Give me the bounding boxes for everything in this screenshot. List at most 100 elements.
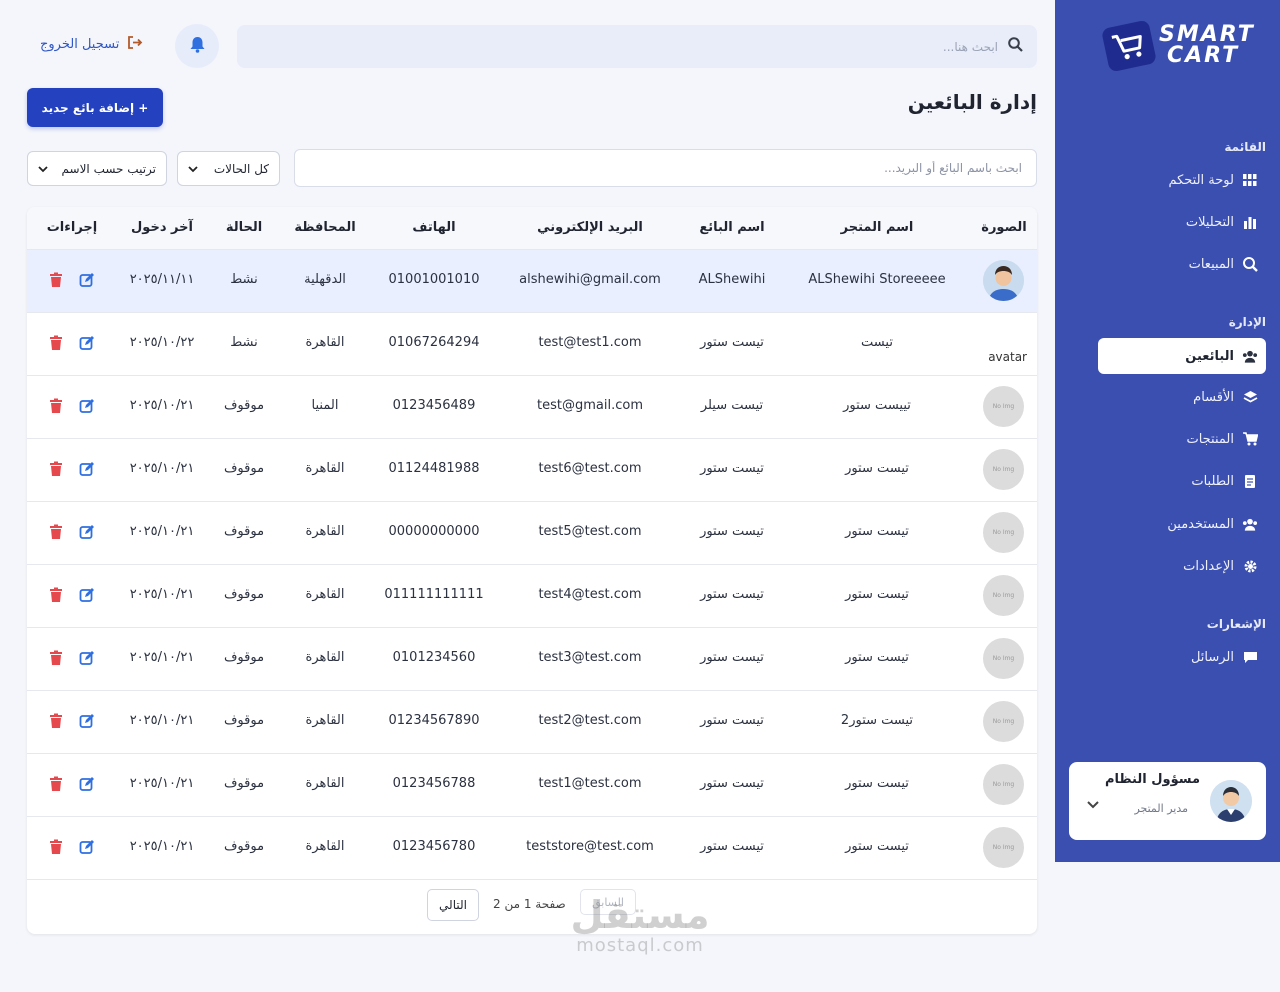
edit-icon[interactable] — [79, 398, 95, 414]
cell-email: teststore@test.com — [526, 839, 654, 854]
cell-store: ALShewihi Storeeeee — [808, 272, 946, 287]
cell-status: موقوف — [223, 461, 265, 476]
cart-icon — [1242, 431, 1258, 447]
sidebar-item-label: الطلبات — [1191, 473, 1234, 489]
logout-label: تسجيل الخروج — [40, 37, 120, 52]
edit-icon[interactable] — [79, 272, 95, 288]
table-row[interactable]: No Img تيست ستور تيست ستور test6@test.com 01… — [27, 439, 1037, 502]
sidebar-item-products[interactable]: المنتجات — [1098, 421, 1266, 457]
sort-select[interactable]: ترتيب حسب الاسم — [27, 151, 167, 186]
sidebar-item-sellers[interactable]: البائعين — [1098, 338, 1266, 374]
cell-last-login: ٢٠٢٥/١١/١١ — [129, 272, 195, 287]
cell-store: تيست ستور — [845, 776, 909, 791]
table-row[interactable]: No Img تيست ستور تيست ستور test5@test.com 00… — [27, 502, 1037, 565]
sidebar-item-analytics[interactable]: التحليلات — [1098, 204, 1266, 240]
sidebar-item-label: الأقسام — [1193, 389, 1234, 405]
sidebar-item-users[interactable]: المستخدمين — [1098, 506, 1266, 542]
cell-store: تيست ستور — [845, 461, 909, 476]
cell-last-login: ٢٠٢٥/١٠/٢١ — [129, 398, 195, 413]
gear-icon — [1242, 558, 1258, 574]
brand-logo[interactable]: SMART CART — [1100, 19, 1265, 74]
notifications-button[interactable] — [175, 24, 219, 68]
table-row[interactable]: No Img تييست ستور تيست سيلر test@gmail.com 0… — [27, 376, 1037, 439]
sidebar-item-orders[interactable]: الطلبات — [1098, 463, 1266, 499]
sidebar-section-notifications: الإشعارات — [1206, 617, 1266, 631]
cell-status: نشط — [230, 272, 258, 287]
sidebar-item-messages[interactable]: الرسائل — [1098, 639, 1266, 675]
cell-seller: تيست ستور — [700, 839, 764, 854]
cell-status: موقوف — [223, 839, 265, 854]
cell-last-login: ٢٠٢٥/١٠/٢١ — [129, 587, 195, 602]
sidebar-item-label: المنتجات — [1186, 431, 1234, 447]
cell-phone: 01234567890 — [388, 713, 480, 728]
edit-icon[interactable] — [79, 776, 95, 792]
cell-governorate: القاهرة — [305, 461, 345, 476]
cell-seller: تيست ستور — [700, 461, 764, 476]
cell-phone: 01001001010 — [388, 272, 480, 287]
trash-icon[interactable] — [49, 713, 65, 729]
trash-icon[interactable] — [49, 587, 65, 603]
table-row[interactable]: No Img تيست ستور تيست ستور teststore@test.c… — [27, 817, 1037, 880]
table-row[interactable]: avatar تيست تيست ستور test@test1.com 0106726… — [27, 313, 1037, 376]
pagination: التالي صفحة 1 من 2 السابق — [27, 889, 1037, 933]
table-row[interactable]: ALShewihi Storeeeee ALShewihi alshewihi@gm… — [27, 250, 1037, 313]
trash-icon[interactable] — [49, 398, 65, 414]
seller-search[interactable] — [294, 149, 1037, 187]
cell-status: موقوف — [223, 587, 265, 602]
sidebar-item-dashboard[interactable]: لوحة التحكم — [1098, 162, 1266, 198]
trash-icon[interactable] — [49, 776, 65, 792]
search-input[interactable] — [298, 39, 998, 54]
table-row[interactable]: No Img تيست ستور تيست ستور test4@test.com 01… — [27, 565, 1037, 628]
trash-icon[interactable] — [49, 272, 65, 288]
sidebar-item-label: المبيعات — [1188, 256, 1234, 272]
avatar: No Img — [983, 512, 1024, 553]
cell-last-login: ٢٠٢٥/١٠/٢١ — [129, 461, 195, 476]
table-row[interactable]: No Img تيست ستور تيست ستور test1@test.com 01… — [27, 754, 1037, 817]
global-search[interactable] — [237, 25, 1037, 68]
trash-icon[interactable] — [49, 461, 65, 477]
trash-icon[interactable] — [49, 839, 65, 855]
edit-icon[interactable] — [79, 587, 95, 603]
table-row[interactable]: No Img تيست ستور تيست ستور test3@test.com 01… — [27, 628, 1037, 691]
cell-seller: تيست ستور — [700, 335, 764, 350]
trash-icon[interactable] — [49, 335, 65, 351]
cell-last-login: ٢٠٢٥/١٠/٢١ — [129, 776, 195, 791]
cell-governorate: القاهرة — [305, 587, 345, 602]
seller-search-input[interactable] — [309, 161, 1022, 175]
sidebar-item-categories[interactable]: الأقسام — [1098, 379, 1266, 415]
sidebar-item-settings[interactable]: الإعدادات — [1098, 548, 1266, 584]
edit-icon[interactable] — [79, 839, 95, 855]
page-title: إدارة البائعين — [907, 90, 1037, 114]
sidebar-section-menu: القائمة — [1224, 140, 1266, 154]
grid-icon — [1242, 172, 1258, 188]
edit-icon[interactable] — [79, 524, 95, 540]
cell-governorate: القاهرة — [305, 524, 345, 539]
edit-icon[interactable] — [79, 335, 95, 351]
chevron-down-icon[interactable] — [1087, 794, 1099, 813]
cell-seller: تيست سيلر — [700, 398, 764, 413]
edit-icon[interactable] — [79, 461, 95, 477]
cell-seller: تيست ستور — [700, 650, 764, 665]
bell-icon — [190, 36, 205, 57]
prev-page-button[interactable]: السابق — [580, 889, 636, 915]
trash-icon[interactable] — [49, 524, 65, 540]
header-store: اسم المتجر — [840, 220, 914, 235]
logout-button[interactable]: تسجيل الخروج — [40, 36, 143, 53]
next-page-button[interactable]: التالي — [427, 889, 479, 921]
chat-icon — [1242, 649, 1258, 665]
cell-governorate: القاهرة — [305, 713, 345, 728]
status-filter-select[interactable]: كل الحالات — [177, 151, 280, 186]
sidebar-item-sales[interactable]: المبيعات — [1098, 246, 1266, 282]
user-profile-card[interactable]: مسؤول النظام مدير المتجر — [1069, 762, 1266, 840]
trash-icon[interactable] — [49, 650, 65, 666]
cell-governorate: الدقهلية — [304, 272, 346, 287]
sidebar-item-label: البائعين — [1185, 348, 1234, 364]
chevron-down-icon — [188, 162, 198, 176]
cell-email: test3@test.com — [538, 650, 642, 665]
cell-status: نشط — [230, 335, 258, 350]
table-row[interactable]: No Img تيست ستور2 تيست ستور test2@test.com 0… — [27, 691, 1037, 754]
sidebar-item-label: لوحة التحكم — [1168, 172, 1234, 188]
add-seller-button[interactable]: + إضافة بائع جديد — [27, 88, 163, 127]
edit-icon[interactable] — [79, 713, 95, 729]
edit-icon[interactable] — [79, 650, 95, 666]
